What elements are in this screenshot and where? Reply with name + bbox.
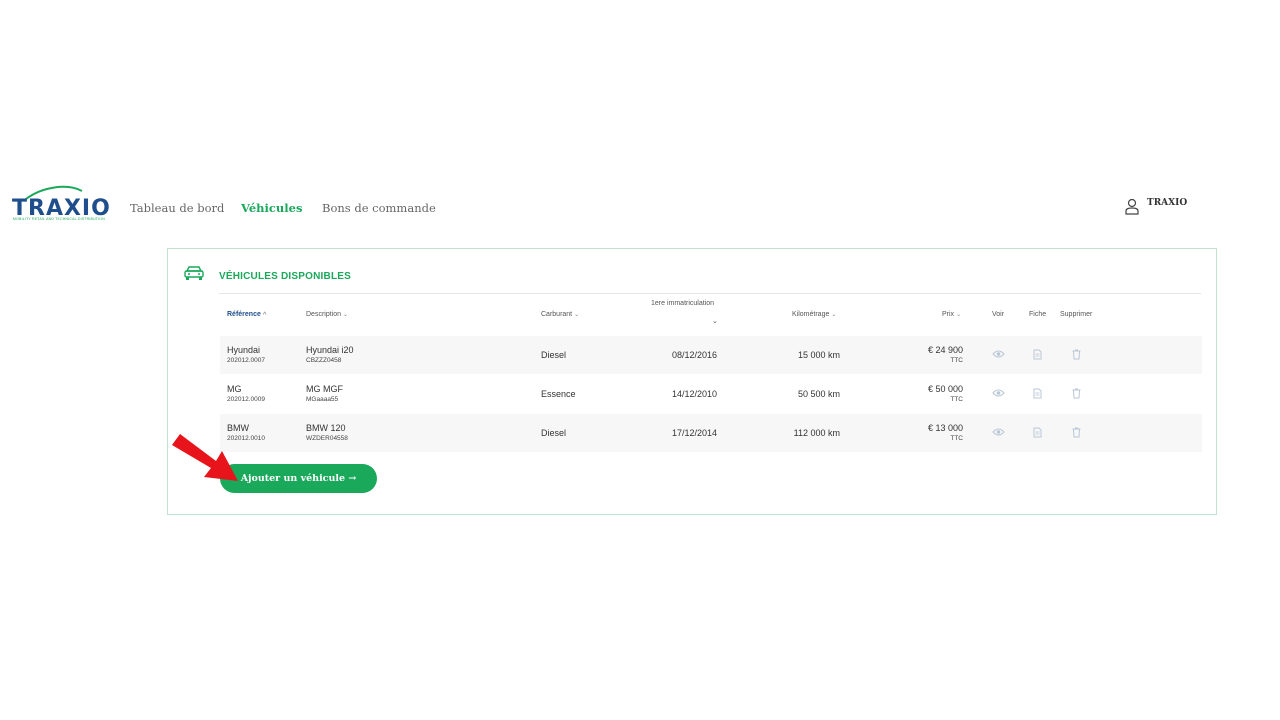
row-model: Hyundai i20 (306, 345, 354, 355)
row-reference: 202012.0009 (227, 396, 265, 403)
sort-down-icon: ⌄ (956, 312, 962, 318)
row-price: € 50 000 (927, 384, 963, 394)
table-row: MG 202012.0009 MG MGF MGaaaa55 Essence 1… (220, 375, 1202, 413)
trash-icon[interactable] (1072, 388, 1081, 399)
row-model: MG MGF (306, 384, 343, 394)
row-mileage: 112 000 km (793, 428, 840, 438)
row-plate: WZDER04558 (306, 435, 348, 442)
row-plate: CBZZZ0458 (306, 357, 342, 364)
row-fuel: Diesel (541, 350, 567, 360)
row-registration-date: 17/12/2014 (671, 428, 717, 438)
nav-vehicules[interactable]: Véhicules (241, 201, 302, 215)
eye-icon[interactable] (992, 349, 1005, 359)
trash-icon[interactable] (1072, 349, 1081, 360)
document-icon[interactable] (1033, 349, 1042, 360)
row-tax: TTC (950, 357, 963, 364)
row-plate: MGaaaa55 (306, 396, 339, 403)
eye-icon[interactable] (992, 388, 1005, 398)
sort-up-icon: ^ (262, 312, 267, 318)
nav-bons-de-commande[interactable]: Bons de commande (322, 201, 436, 215)
col-registration-sort-icon[interactable]: ⌄ (712, 317, 718, 325)
user-menu[interactable]: TRAXIO (1124, 197, 1187, 220)
row-fuel: Essence (541, 389, 576, 399)
col-sheet: Fiche (1029, 311, 1047, 318)
row-reference: 202012.0007 (227, 357, 265, 364)
row-make: Hyundai (227, 345, 261, 355)
row-make: MG (227, 384, 242, 394)
user-icon (1125, 198, 1139, 215)
sort-down-icon: ⌄ (831, 312, 837, 318)
table-row: Hyundai 202012.0007 Hyundai i20 CBZZZ045… (220, 336, 1202, 374)
row-mileage: 50 500 km (797, 389, 840, 399)
row-registration-date: 08/12/2016 (671, 350, 717, 360)
logo-tagline: MOBILITY RETAIL AND TECHNICAL DISTRIBUTI… (13, 217, 105, 221)
col-delete: Supprimer (1060, 311, 1093, 318)
row-price: € 13 000 (927, 423, 963, 433)
annotation-arrow-icon (172, 434, 238, 481)
row-mileage: 15 000 km (797, 350, 840, 360)
table-row: BMW 202012.0010 BMW 120 WZDER04558 Diese… (220, 414, 1202, 452)
nav-tableau-de-bord[interactable]: Tableau de bord (130, 201, 224, 215)
col-registration[interactable]: 1ere immatriculation (651, 300, 714, 307)
row-fuel: Diesel (541, 428, 567, 438)
col-mileage[interactable]: Kilométrage ⌄ (792, 311, 836, 318)
row-registration-date: 14/12/2010 (671, 389, 717, 399)
card-title: VÉHICULES DISPONIBLES (219, 271, 351, 282)
title-divider (219, 293, 1201, 294)
vehicles-card: VÉHICULES DISPONIBLES Référence ^ Descrip… (167, 248, 1217, 515)
col-fuel[interactable]: Carburant ⌄ (541, 311, 579, 318)
row-tax: TTC (950, 435, 963, 442)
document-icon[interactable] (1033, 427, 1042, 438)
col-reference[interactable]: Référence ^ (227, 311, 266, 318)
sort-down-icon: ⌄ (574, 312, 580, 318)
row-model: BMW 120 (306, 423, 346, 433)
col-price[interactable]: Prix ⌄ (942, 311, 961, 318)
row-price: € 24 900 (927, 345, 963, 355)
document-icon[interactable] (1033, 388, 1042, 399)
sort-down-icon: ⌄ (343, 312, 349, 318)
row-tax: TTC (950, 396, 963, 403)
eye-icon[interactable] (992, 427, 1005, 437)
user-name: TRAXIO (1147, 198, 1188, 208)
car-icon (184, 266, 204, 280)
col-description[interactable]: Description ⌄ (306, 311, 348, 318)
col-view: Voir (992, 311, 1005, 318)
traxio-logo[interactable]: TRAXIO MOBILITY RETAIL AND TECHNICAL DIS… (12, 185, 110, 223)
add-vehicle-button[interactable]: Ajouter un véhicule → (220, 464, 377, 493)
trash-icon[interactable] (1072, 427, 1081, 438)
